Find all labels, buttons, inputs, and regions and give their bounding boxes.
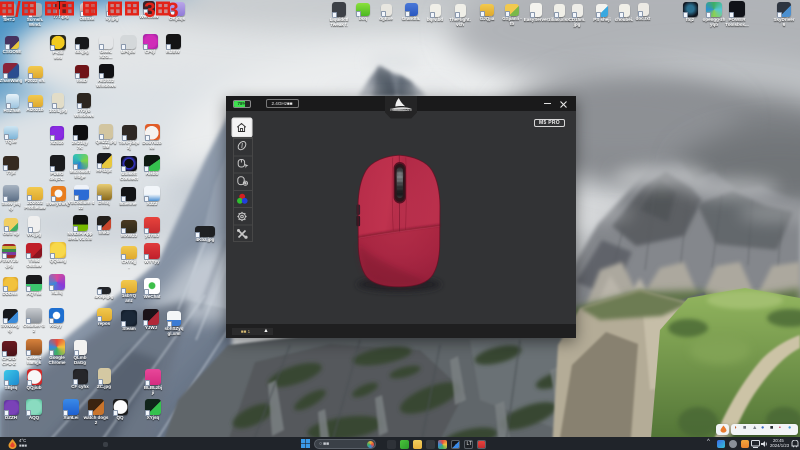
svg-text:3: 3 xyxy=(167,0,179,22)
svg-text:/: / xyxy=(15,0,21,22)
svg-text:3: 3 xyxy=(144,0,156,22)
